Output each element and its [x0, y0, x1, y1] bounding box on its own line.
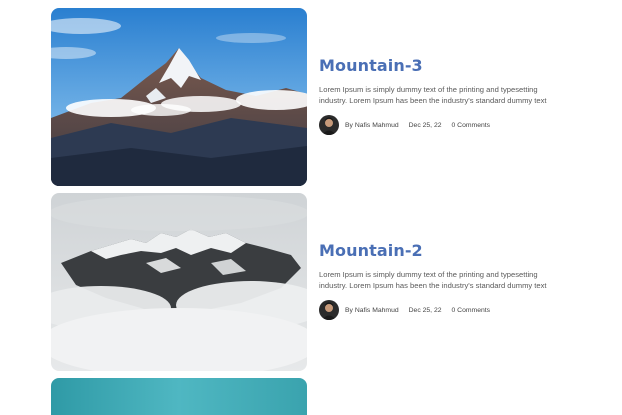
author-avatar[interactable]: [319, 115, 339, 135]
post-comments-link[interactable]: 0 Comments: [452, 307, 491, 314]
post-author[interactable]: By Nafis Mahmud: [345, 307, 399, 314]
blog-post-list: Mountain-3 Lorem Ipsum is simply dummy t…: [0, 0, 622, 415]
post-excerpt-line: Lorem Ipsum is simply dummy text of the …: [319, 85, 538, 94]
post-title[interactable]: Mountain-2: [319, 241, 571, 260]
post-info: Mountain-2 Lorem Ipsum is simply dummy t…: [319, 241, 571, 320]
post-comments-link[interactable]: 0 Comments: [452, 122, 491, 129]
post-meta: By Nafis Mahmud Dec 25, 22 0 Comments: [319, 300, 571, 320]
post-excerpt-line: industry. Lorem Ipsum has been the indus…: [319, 96, 547, 105]
author-avatar[interactable]: [319, 300, 339, 320]
teal-sky-image: [51, 378, 307, 415]
post-title[interactable]: Mountain-3: [319, 56, 571, 75]
blog-post-card: Mountain-2 Lorem Ipsum is simply dummy t…: [51, 193, 571, 371]
blog-post-card: [51, 378, 571, 415]
post-thumbnail[interactable]: [51, 378, 307, 415]
post-author[interactable]: By Nafis Mahmud: [345, 122, 399, 129]
post-date: Dec 25, 22: [408, 121, 442, 129]
post-date: Dec 25, 22: [408, 306, 442, 314]
mountain-peak-image: [51, 8, 307, 186]
blog-post-card: Mountain-3 Lorem Ipsum is simply dummy t…: [51, 8, 571, 186]
post-meta: By Nafis Mahmud Dec 25, 22 0 Comments: [319, 115, 571, 135]
post-thumbnail[interactable]: [51, 193, 307, 371]
post-info: Mountain-3 Lorem Ipsum is simply dummy t…: [319, 56, 571, 135]
post-excerpt: Lorem Ipsum is simply dummy text of the …: [319, 84, 571, 106]
misty-mountain-image: [51, 193, 307, 371]
post-excerpt-line: Lorem Ipsum is simply dummy text of the …: [319, 270, 538, 279]
post-excerpt: Lorem Ipsum is simply dummy text of the …: [319, 269, 571, 291]
post-thumbnail[interactable]: [51, 8, 307, 186]
post-excerpt-line: industry. Lorem Ipsum has been the indus…: [319, 281, 547, 290]
